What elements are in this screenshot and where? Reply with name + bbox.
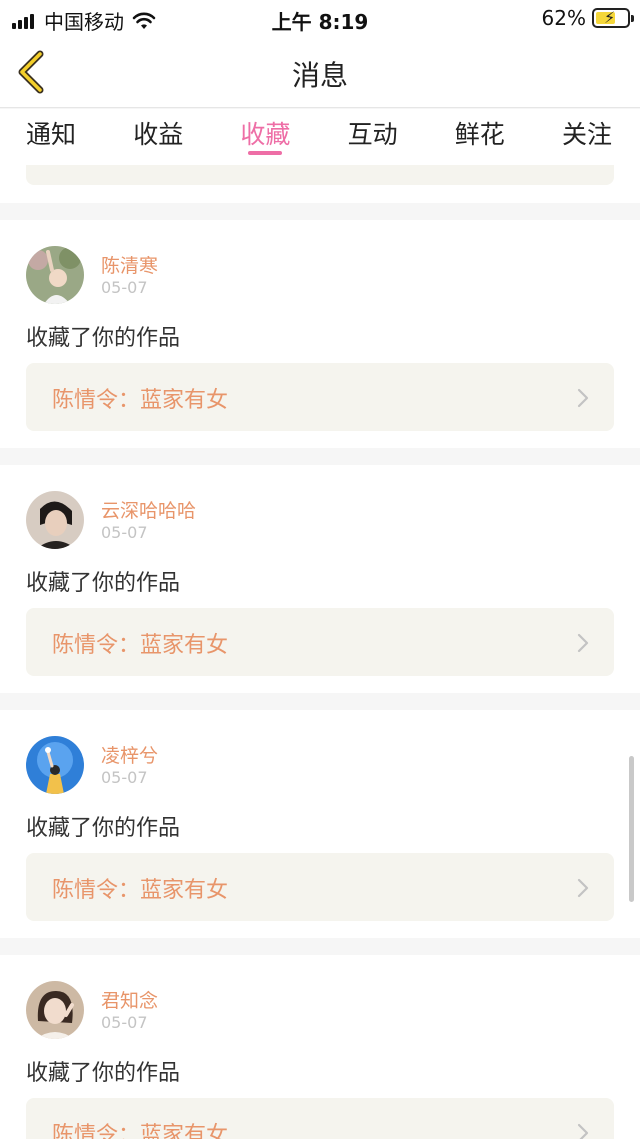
tab-notifications[interactable]: 通知 — [26, 109, 76, 165]
username[interactable]: 君知念 — [101, 986, 158, 1013]
action-text: 收藏了你的作品 — [26, 1061, 181, 1086]
work-link[interactable]: 陈情令：蓝家有女 — [26, 608, 614, 676]
signal-icon — [12, 13, 36, 29]
tab-earnings[interactable]: 收益 — [133, 109, 183, 165]
tab-bar: 通知 收益 收藏 互动 鲜花 关注 — [0, 109, 640, 165]
work-title: 陈情令：蓝家有女 — [52, 878, 229, 903]
tab-favorites[interactable]: 收藏 — [240, 109, 290, 165]
chevron-right-icon — [577, 633, 589, 653]
status-left: 中国移动 — [12, 6, 156, 35]
avatar[interactable] — [26, 736, 84, 794]
username[interactable]: 云深哈哈哈 — [101, 496, 196, 523]
battery-icon: ⚡ — [592, 8, 634, 28]
tab-following[interactable]: 关注 — [562, 109, 612, 165]
work-link-partial[interactable] — [26, 165, 614, 185]
list-item-partial — [0, 165, 640, 203]
work-link[interactable]: 陈情令：蓝家有女 — [26, 1098, 614, 1139]
avatar[interactable] — [26, 981, 84, 1039]
work-title: 陈情令：蓝家有女 — [52, 1123, 229, 1139]
avatar[interactable] — [26, 491, 84, 549]
status-bar: 中国移动 上午 8:19 62% ⚡ — [0, 0, 640, 36]
message-date: 05-07 — [101, 1013, 148, 1032]
charging-icon: ⚡ — [604, 8, 616, 27]
chevron-right-icon — [577, 1123, 589, 1139]
work-link[interactable]: 陈情令：蓝家有女 — [26, 853, 614, 921]
username[interactable]: 凌梓兮 — [101, 741, 158, 768]
username[interactable]: 陈清寒 — [101, 251, 158, 278]
action-text: 收藏了你的作品 — [26, 571, 181, 596]
avatar[interactable] — [26, 246, 84, 304]
wifi-icon — [132, 12, 156, 29]
list-item: 陈清寒 05-07 收藏了你的作品 陈情令：蓝家有女 — [0, 220, 640, 448]
chevron-right-icon — [577, 388, 589, 408]
list-item: 凌梓兮 05-07 收藏了你的作品 陈情令：蓝家有女 — [0, 710, 640, 938]
list-item: 云深哈哈哈 05-07 收藏了你的作品 陈情令：蓝家有女 — [0, 465, 640, 693]
action-text: 收藏了你的作品 — [26, 326, 181, 351]
battery-percent: 62% — [541, 6, 586, 30]
page-title: 消息 — [291, 59, 348, 92]
chevron-left-icon — [18, 50, 44, 94]
carrier-name: 中国移动 — [44, 10, 124, 34]
work-title: 陈情令：蓝家有女 — [52, 388, 229, 413]
work-link[interactable]: 陈情令：蓝家有女 — [26, 363, 614, 431]
tab-flowers[interactable]: 鲜花 — [455, 109, 505, 165]
back-button[interactable] — [14, 50, 54, 94]
message-date: 05-07 — [101, 523, 148, 542]
tab-interactions[interactable]: 互动 — [348, 109, 398, 165]
message-date: 05-07 — [101, 768, 148, 787]
nav-bar: 消息 — [0, 36, 640, 108]
status-right: 62% ⚡ — [541, 6, 634, 30]
scrollbar[interactable] — [629, 756, 634, 902]
message-date: 05-07 — [101, 278, 148, 297]
chevron-right-icon — [577, 878, 589, 898]
action-text: 收藏了你的作品 — [26, 816, 181, 841]
work-title: 陈情令：蓝家有女 — [52, 633, 229, 658]
message-list: 陈清寒 05-07 收藏了你的作品 陈情令：蓝家有女 云深哈哈哈 05-07 收… — [0, 165, 640, 1139]
list-item: 君知念 05-07 收藏了你的作品 陈情令：蓝家有女 — [0, 955, 640, 1139]
